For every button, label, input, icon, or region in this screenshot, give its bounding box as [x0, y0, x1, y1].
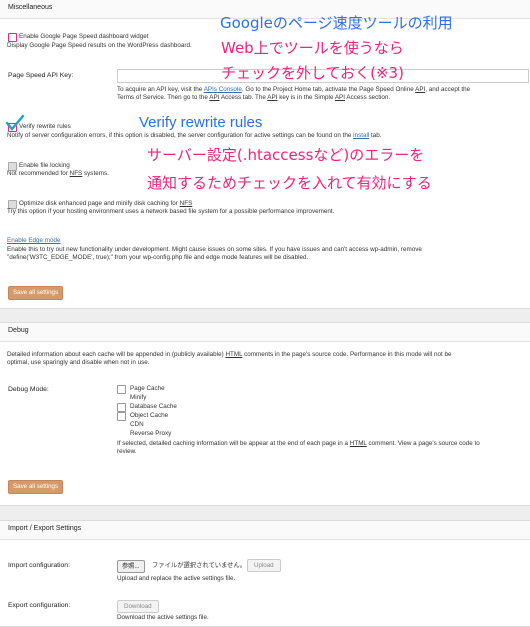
debug-minify-label: Minify — [130, 394, 147, 401]
annotation-line5: 通知するためチェックを入れて有効にする — [147, 174, 432, 192]
annotation-line1: Googleのページ速度ツールの利用 — [220, 14, 453, 32]
nfs-desc: Try this option if your hosting environm… — [7, 208, 335, 215]
verify-rewrite-label: Verify rewrite rules — [19, 123, 71, 130]
edge-mode-desc-2: "define('W3TC_EDGE_MODE', true);" from y… — [7, 254, 309, 261]
annotation-line4: サーバー設定(.htaccessなど)のエラーを — [147, 146, 425, 164]
install-link[interactable]: install — [353, 132, 369, 139]
no-file-text: ファイルが選択されていません。 — [152, 562, 247, 569]
debug-header: Debug — [0, 323, 530, 342]
debug-panel: Debug Detailed information about each ca… — [0, 322, 530, 506]
import-export-title: Import / Export Settings — [8, 525, 82, 532]
download-button[interactable]: Download — [117, 600, 159, 613]
pagespeed-widget-desc: Display Google Page Speed results on the… — [7, 42, 192, 49]
annotation-line2: Web上でツールを使うなら — [221, 39, 404, 57]
browse-button[interactable]: 参照... — [117, 560, 145, 573]
api-key-label: Page Speed API Key: — [8, 72, 74, 79]
debug-save-settings-button[interactable]: Save all settings — [8, 480, 64, 494]
verify-rewrite-desc: Notify of server configuration errors, i… — [7, 132, 382, 139]
annotation-verify-en: Verify rewrite rules — [139, 114, 263, 131]
export-desc: Download the active settings file. — [117, 614, 209, 621]
file-locking-desc: Not recommended for NFS systems. — [7, 170, 109, 177]
debug-cdn-label: CDN — [130, 421, 144, 428]
nfs-label: Optimize disk enhanced page and minify d… — [19, 200, 193, 207]
save-settings-button[interactable]: Save all settings — [8, 286, 64, 300]
apis-console-link[interactable]: APIs Console — [204, 86, 242, 93]
debug-object-cache-label: Object Cache — [130, 412, 169, 419]
annotation-line3: チェックを外しておく(※3) — [221, 64, 404, 82]
debug-page-cache-checkbox[interactable] — [117, 385, 126, 394]
debug-database-cache-label: Database Cache — [130, 403, 177, 410]
edge-mode-desc-1: Enable this to try out new functionality… — [7, 246, 422, 253]
debug-reverse-proxy-label: Reverse Proxy — [130, 430, 172, 437]
misc-title: Miscellaneous — [8, 4, 53, 11]
upload-button[interactable]: Upload — [247, 559, 281, 572]
debug-page-cache-label: Page Cache — [130, 385, 165, 392]
debug-title: Debug — [8, 327, 29, 334]
import-config-label: Import configuration: — [8, 562, 70, 569]
pagespeed-widget-label: Enable Google Page Speed dashboard widge… — [19, 33, 149, 40]
api-key-help: To acquire an API key, visit the APIs Co… — [117, 86, 471, 93]
import-desc: Upload and replace the active settings f… — [117, 575, 236, 582]
debug-mode-label: Debug Mode: — [8, 386, 49, 393]
export-config-label: Export configuration: — [8, 602, 71, 609]
pagespeed-widget-checkbox[interactable] — [8, 33, 17, 42]
import-export-header: Import / Export Settings — [0, 521, 530, 540]
edge-mode-link[interactable]: Enable Edge mode — [7, 237, 61, 245]
debug-help-2: review. — [117, 448, 137, 455]
import-export-panel: Import / Export Settings Import configur… — [0, 520, 530, 627]
debug-object-cache-checkbox[interactable] — [117, 412, 126, 421]
debug-database-cache-checkbox[interactable] — [117, 403, 126, 412]
debug-desc-2: optimal, use sparingly and disable when … — [7, 359, 150, 366]
api-key-help-2: Terms of Service. Then go to the API Acc… — [117, 94, 391, 101]
debug-desc-1: Detailed information about each cache wi… — [7, 351, 452, 358]
file-locking-label: Enable file locking — [19, 162, 70, 169]
debug-help-1: If selected, detailed caching informatio… — [117, 440, 480, 447]
